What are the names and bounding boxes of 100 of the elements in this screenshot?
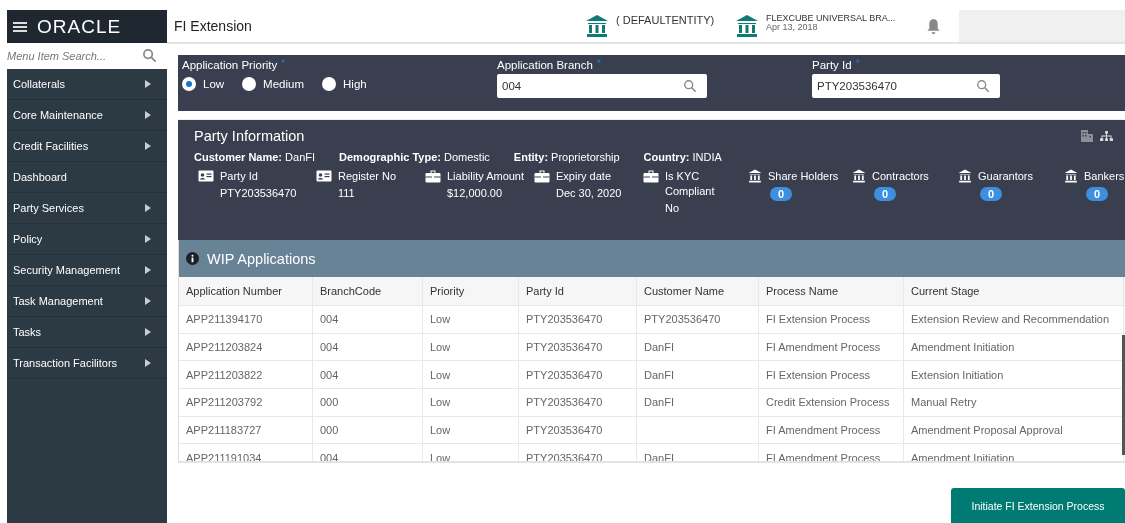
table-cell: Low	[423, 333, 519, 361]
building-icon[interactable]	[1080, 129, 1094, 143]
table-cell: Low	[423, 416, 519, 444]
column-header[interactable]: BranchCode	[313, 277, 423, 305]
briefcase-icon	[643, 170, 659, 183]
table-cell: DanFI	[637, 333, 759, 361]
party-fact: Country: INDIA	[643, 151, 722, 163]
radio-option[interactable]: Medium	[242, 77, 304, 91]
branch-field[interactable]: 004	[497, 74, 707, 98]
submenu-arrow-icon	[145, 111, 151, 119]
column-header[interactable]: Application Number	[179, 277, 313, 305]
field-label: Application Branch	[497, 59, 593, 71]
submenu-arrow-icon	[145, 142, 151, 150]
branch-name: FLEXCUBE UNIVERSAL BRA...	[766, 14, 896, 23]
table-cell: FI Amendment Process	[759, 333, 904, 361]
radio-option[interactable]: High	[322, 77, 367, 91]
table-cell: 004	[313, 361, 423, 389]
detail-label: Register No	[338, 169, 397, 184]
search-icon[interactable]	[976, 79, 990, 93]
table-cell: Low	[423, 361, 519, 389]
submenu-arrow-icon	[145, 328, 151, 336]
table-cell: 004	[313, 306, 423, 333]
table-cell: Extension Review and Recommendation	[904, 306, 1124, 333]
menu-item[interactable]: Core Maintenance	[7, 100, 167, 131]
branch-date: Apr 13, 2018	[766, 23, 819, 32]
detail-label: Is KYC Compliant	[665, 169, 716, 199]
column-header[interactable]: Party Id	[519, 277, 637, 305]
radio-option[interactable]: Low	[182, 77, 225, 91]
table-cell: PTY203536470	[519, 444, 637, 461]
table-cell: PTY203536470	[519, 389, 637, 416]
table-cell: 000	[313, 389, 423, 416]
table-cell: FI Amendment Process	[759, 416, 904, 444]
menu-item[interactable]: Dashboard	[7, 162, 167, 193]
submenu-arrow-icon	[145, 266, 151, 274]
initiate-button[interactable]: Initiate FI Extension Process	[951, 488, 1125, 523]
table-cell: APP211203822	[179, 361, 313, 389]
menu-item[interactable]: Policy	[7, 224, 167, 255]
column-header[interactable]: Customer Name	[637, 277, 759, 305]
submenu-arrow-icon	[145, 204, 151, 212]
detail-label: Expiry date	[556, 169, 613, 184]
briefcase-icon	[534, 170, 550, 183]
hierarchy-icon[interactable]	[1100, 130, 1113, 142]
table-cell: 004	[313, 333, 423, 361]
table-cell: APP211183727	[179, 416, 313, 444]
radio-button[interactable]	[182, 77, 196, 91]
submenu-arrow-icon	[145, 80, 151, 88]
menu-item[interactable]: Party Services	[7, 193, 167, 224]
detail-value: PTY203536470	[220, 186, 297, 201]
table-cell: APP211394170	[179, 306, 313, 333]
search-icon[interactable]	[683, 79, 697, 93]
table-cell: PTY203536470	[637, 306, 759, 333]
party-fact: Customer Name: DanFI	[194, 151, 316, 163]
bell-icon[interactable]	[926, 17, 941, 35]
bank-icon	[584, 14, 610, 38]
briefcase-icon	[425, 170, 441, 183]
detail-value: $12,000.00	[447, 186, 504, 201]
table-cell: PTY203536470	[519, 306, 637, 333]
detail-label: Party Id	[220, 169, 259, 184]
menu-item[interactable]: Collaterals	[7, 69, 167, 100]
table-cell: Credit Extension Process	[759, 389, 904, 416]
required-mark: *	[596, 59, 601, 69]
radio-button[interactable]	[242, 77, 257, 91]
menu-search-field[interactable]: Menu Item Search...	[7, 43, 167, 69]
table-cell: APP211203792	[179, 389, 313, 416]
column-header[interactable]: Priority	[423, 277, 519, 305]
count-label: Share Holders	[768, 170, 839, 182]
search-icon[interactable]	[142, 48, 157, 63]
table-cell: PTY203536470	[519, 416, 637, 444]
bank-icon	[734, 14, 760, 38]
radio-button[interactable]	[322, 77, 336, 91]
table-cell: PTY203536470	[519, 333, 637, 361]
submenu-arrow-icon	[145, 235, 151, 243]
party-fact: Demographic Type: Domestic	[339, 151, 490, 163]
count-label: Guarantors	[978, 170, 1034, 182]
party-id-field[interactable]: PTY203536470	[812, 74, 1000, 98]
id-card-icon	[198, 170, 214, 182]
field-label: Party Id	[812, 59, 852, 71]
table-cell: FI Extension Process	[759, 306, 904, 333]
menu-item[interactable]: Tasks	[7, 317, 167, 348]
entity-label: ( DEFAULTENTITY)	[616, 14, 715, 26]
column-header[interactable]: Process Name	[759, 277, 904, 305]
table-cell: APP211191034	[179, 444, 313, 461]
table-cell: Low	[423, 389, 519, 416]
required-mark: *	[855, 59, 860, 69]
table-cell: 004	[313, 444, 423, 461]
menu-icon[interactable]	[13, 20, 27, 33]
table-cell: APP211203824	[179, 333, 313, 361]
table-cell: FI Amendment Process	[759, 444, 904, 461]
field-label: Application Priority	[182, 59, 278, 71]
info-icon	[186, 252, 199, 265]
menu-item[interactable]: Task Management	[7, 286, 167, 317]
column-header[interactable]: Current Stage	[904, 277, 1124, 305]
menu-item[interactable]: Credit Facilities	[7, 131, 167, 162]
table-cell: DanFI	[637, 389, 759, 416]
bank-icon	[958, 169, 972, 183]
table-cell: 000	[313, 416, 423, 444]
page-title: FI Extension	[173, 18, 253, 34]
menu-item[interactable]: Transaction Facilitors	[7, 348, 167, 379]
menu-item[interactable]: Security Management	[7, 255, 167, 286]
bank-icon	[852, 169, 866, 183]
